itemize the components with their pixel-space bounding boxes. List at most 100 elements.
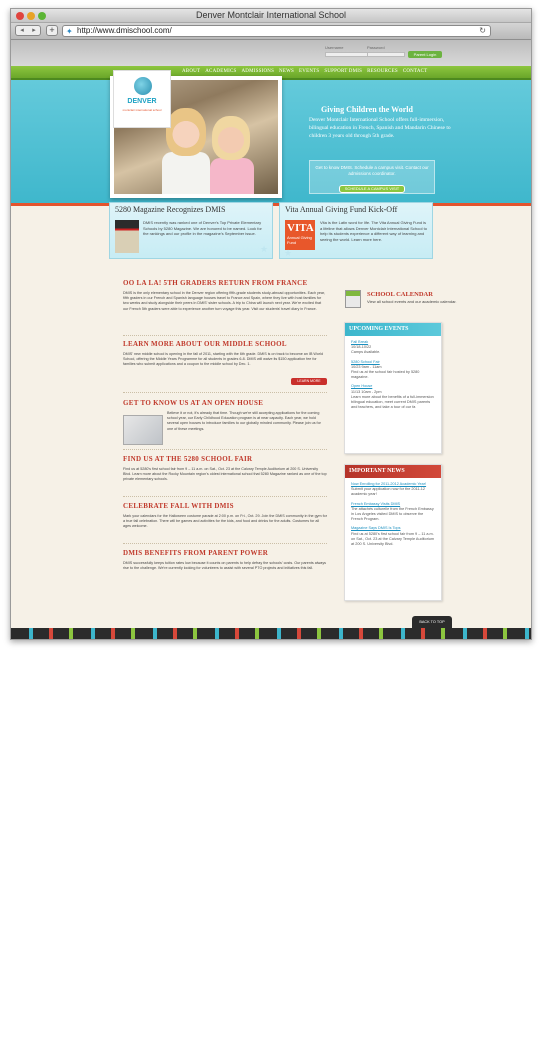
photo-figure <box>210 158 254 194</box>
nav-contact[interactable]: CONTACT <box>403 69 428 74</box>
star-icon: ★ <box>260 244 269 254</box>
feature-text: Vita is the Latin word for life. The Vit… <box>320 220 427 242</box>
event-desc: Learn more about the benefits of a full-… <box>351 394 434 410</box>
address-bar[interactable]: ✦ http://www.dmischool.com/ ↻ <box>62 25 491 37</box>
article: LEARN MORE ABOUT OUR MIDDLE SCHOOL DMIS'… <box>123 340 327 385</box>
window-title: Denver Montclair International School <box>195 10 347 20</box>
article-body: DMIS successfully keeps tuition rates lo… <box>123 561 327 571</box>
news-item: Magazine Says DMIS Is Tops Find us at 52… <box>351 526 435 547</box>
back-button[interactable]: ◂ <box>16 26 28 35</box>
back-to-top-button[interactable]: BACK TO TOP <box>412 616 452 628</box>
calendar-subtitle: View all school events and our academic … <box>367 299 457 304</box>
nav-support[interactable]: SUPPORT DMIS <box>324 69 362 74</box>
important-news-box: IMPORTANT NEWS Now Enrolling for 2011-20… <box>344 464 442 601</box>
article: GET TO KNOW US AT AN OPEN HOUSE Believe … <box>123 399 327 445</box>
article-title[interactable]: OO LA LA! 5TH GRADERS RETURN FROM FRANCE <box>123 279 327 287</box>
article-title[interactable]: GET TO KNOW US AT AN OPEN HOUSE <box>123 399 327 407</box>
browser-toolbar: ◂ ▸ + ✦ http://www.dmischool.com/ ↻ <box>11 23 531 40</box>
vita-image-title: VITA <box>287 222 314 234</box>
logo-name: DENVER <box>127 98 157 105</box>
feature-title[interactable]: Vita Annual Giving Fund Kick-Off <box>285 205 397 214</box>
learn-more-button[interactable]: LEARN MORE <box>291 378 327 385</box>
article-title[interactable]: DMIS BENEFITS FROM PARENT POWER <box>123 549 327 557</box>
schedule-visit-button[interactable]: SCHEDULE A CAMPUS VISIT <box>339 185 405 193</box>
news-list: Now Enrolling for 2011-2012 Academic Yea… <box>345 478 441 555</box>
feature-5280: 5280 Magazine Recognizes DMIS DMIS recen… <box>109 202 273 259</box>
article-title[interactable]: LEARN MORE ABOUT OUR MIDDLE SCHOOL <box>123 340 327 348</box>
nav-events[interactable]: EVENTS <box>299 69 319 74</box>
calendar-icon[interactable] <box>345 290 361 308</box>
back-forward-buttons: ◂ ▸ <box>15 25 41 36</box>
url-text: http://www.dmischool.com/ <box>77 26 172 35</box>
username-label: Username <box>325 45 344 50</box>
article: OO LA LA! 5TH GRADERS RETURN FROM FRANCE… <box>123 279 327 312</box>
vita-fund-image: VITA Annual Giving Fund <box>285 220 315 250</box>
feature-vita: Vita Annual Giving Fund Kick-Off VITA An… <box>279 202 433 259</box>
article-body: Believe it or not, it's already that tim… <box>167 411 321 431</box>
article-body: DMIS is the only elementary school in th… <box>123 291 326 311</box>
news-heading: IMPORTANT NEWS <box>345 465 441 478</box>
open-house-photo <box>123 415 163 445</box>
nav-resources[interactable]: RESOURCES <box>367 69 398 74</box>
article-title[interactable]: CELEBRATE FALL WITH DMIS <box>123 502 327 510</box>
globe-icon <box>134 77 152 95</box>
article-divider <box>123 449 327 450</box>
hero-cta-box: Get to know DMIS. Schedule a campus visi… <box>309 160 435 194</box>
footer-strip <box>11 628 531 639</box>
feature-text: DMIS recently was ranked one of Denver's… <box>143 220 262 237</box>
news-item: French Embassy Visits DMIS The attachés … <box>351 502 435 523</box>
article-divider <box>123 392 327 393</box>
photo-figure <box>162 152 210 194</box>
hero-cta-text: Get to know DMIS. Schedule a campus visi… <box>315 165 429 176</box>
news-text: Find us at 5280's first school fair from… <box>351 531 435 547</box>
star-icon: ★ <box>284 248 293 258</box>
nav-links: ABOUT ACADEMICS ADMISSIONS NEWS EVENTS S… <box>182 69 427 74</box>
site-login-bar: Username Password Parent Login <box>11 40 531 66</box>
article: DMIS BENEFITS FROM PARENT POWER DMIS suc… <box>123 549 327 571</box>
article-body: DMIS' new middle school is opening in th… <box>123 352 323 367</box>
nav-admissions[interactable]: ADMISSIONS <box>241 69 274 74</box>
event-desc: Find us at the school fair hosted by 528… <box>351 370 420 380</box>
title-bar: Denver Montclair International School <box>11 9 531 23</box>
photo-figure <box>212 116 250 160</box>
events-list: Fall Break 10/18-10/22 Camps Available. … <box>345 336 441 418</box>
password-label: Password <box>367 45 385 50</box>
calendar-title[interactable]: SCHOOL CALENDAR <box>367 291 433 298</box>
article-divider <box>123 543 327 544</box>
forward-button[interactable]: ▸ <box>28 26 40 35</box>
hero-title: Giving Children the World <box>321 105 413 114</box>
event-item: Fall Break 10/18-10/22 Camps Available. <box>351 340 435 356</box>
hero-text: Denver Montclair International School of… <box>309 117 451 139</box>
event-item: 5280 School Fair 10/23 9am - 11am Find u… <box>351 360 435 381</box>
event-desc: Camps Available. <box>351 350 381 355</box>
photo-figure <box>166 108 206 156</box>
nav-academics[interactable]: ACADEMICS <box>205 69 236 74</box>
add-bookmark-button[interactable]: + <box>46 25 58 36</box>
article-divider <box>123 496 327 497</box>
nav-about[interactable]: ABOUT <box>182 69 200 74</box>
magazine-cover-image <box>115 220 139 253</box>
news-text: The attachés culturelle from the French … <box>351 506 434 522</box>
nav-news[interactable]: NEWS <box>279 69 294 74</box>
browser-window: Denver Montclair International School ◂ … <box>10 8 532 640</box>
news-item: Now Enrolling for 2011-2012 Academic Yea… <box>351 482 435 498</box>
parent-login-button[interactable]: Parent Login <box>408 51 442 58</box>
reload-icon[interactable]: ↻ <box>479 26 486 36</box>
article-body: Mark your calendars for the Halloween co… <box>123 514 327 529</box>
hero-banner: DENVER montclair international school Gi… <box>11 70 531 206</box>
event-item: Open House 11/13 10am - 2pm Learn more a… <box>351 384 435 410</box>
logo-subtitle: montclair international school <box>122 108 162 112</box>
upcoming-events-box: UPCOMING EVENTS Fall Break 10/18-10/22 C… <box>344 322 442 454</box>
article-body: Find us at 5280's first school fair from… <box>123 467 327 482</box>
feature-title[interactable]: 5280 Magazine Recognizes DMIS <box>115 205 225 214</box>
vita-image-subtitle: Annual Giving Fund <box>287 235 312 245</box>
news-text: Submit your application now for the 2011… <box>351 487 426 497</box>
article: CELEBRATE FALL WITH DMIS Mark your calen… <box>123 502 327 530</box>
article-divider <box>123 335 327 336</box>
article-title[interactable]: FIND US AT THE 5280 SCHOOL FAIR <box>123 455 327 463</box>
password-field[interactable] <box>367 52 405 57</box>
events-heading: UPCOMING EVENTS <box>345 323 441 336</box>
school-logo[interactable]: DENVER montclair international school <box>113 70 171 128</box>
article: FIND US AT THE 5280 SCHOOL FAIR Find us … <box>123 455 327 483</box>
site-favicon: ✦ <box>66 27 73 36</box>
